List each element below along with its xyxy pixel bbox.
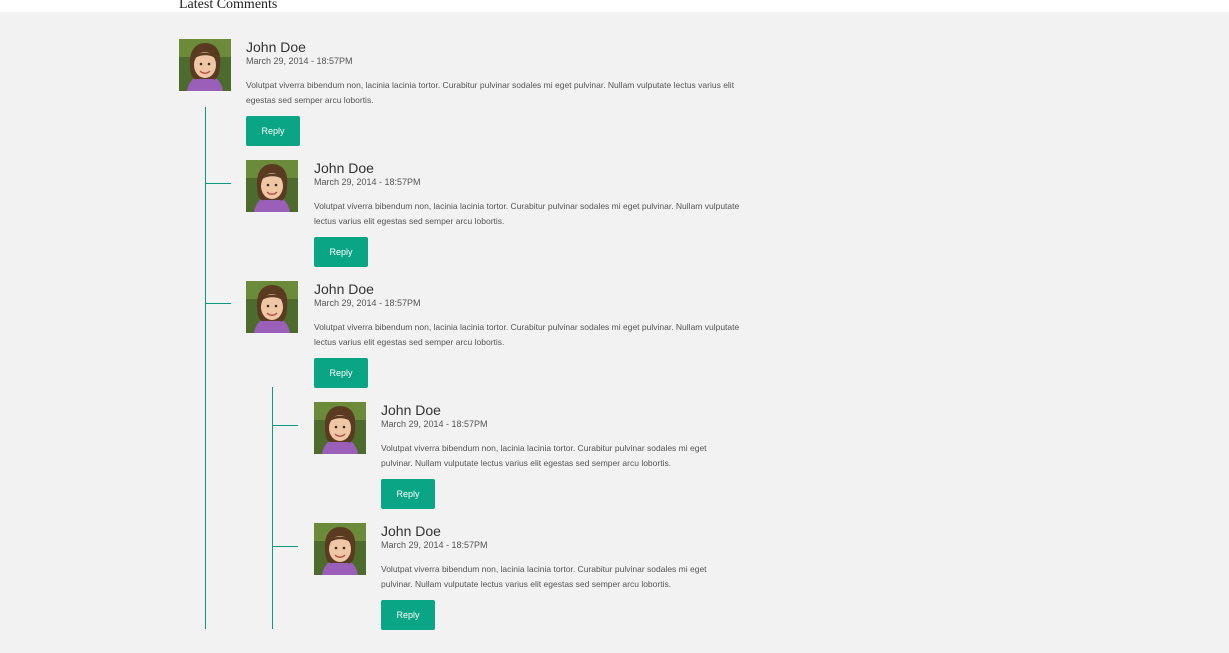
- avatar: [314, 523, 366, 575]
- reply-button[interactable]: Reply: [381, 600, 435, 630]
- comment-text: Volutpat viverra bibendum non, lacinia l…: [314, 322, 740, 347]
- avatar: [179, 39, 231, 91]
- comment-content: John Doe March 29, 2014 - 18:57PM Volutp…: [314, 281, 740, 388]
- reply-button[interactable]: Reply: [314, 237, 368, 267]
- comment-1: John Doe March 29, 2014 - 18:57PM Volutp…: [179, 39, 749, 149]
- comment-author: John Doe: [381, 402, 441, 418]
- thread-branch-comment-3: [205, 303, 231, 304]
- comment-date: March 29, 2014 - 18:57PM: [314, 298, 421, 308]
- avatar-photo-icon: [179, 39, 231, 91]
- comment-author: John Doe: [314, 281, 374, 297]
- thread-branch-comment-4: [272, 425, 298, 426]
- reply-button[interactable]: Reply: [381, 479, 435, 509]
- reply-button[interactable]: Reply: [246, 116, 300, 146]
- avatar-photo-icon: [314, 523, 366, 575]
- comment-content: John Doe March 29, 2014 - 18:57PM Volutp…: [381, 523, 740, 630]
- avatar: [314, 402, 366, 454]
- comment-thread: John Doe March 29, 2014 - 18:57PM Volutp…: [0, 0, 1229, 653]
- comment-author: John Doe: [314, 160, 374, 176]
- thread-line-level-1: [205, 107, 206, 629]
- comment-content: John Doe March 29, 2014 - 18:57PM Volutp…: [246, 39, 739, 146]
- comment-content: John Doe March 29, 2014 - 18:57PM Volutp…: [314, 160, 740, 267]
- avatar-photo-icon: [246, 281, 298, 333]
- comment-2: John Doe March 29, 2014 - 18:57PM Volutp…: [246, 160, 749, 270]
- comment-author: John Doe: [246, 39, 306, 55]
- comment-date: March 29, 2014 - 18:57PM: [314, 177, 421, 187]
- comment-text: Volutpat viverra bibendum non, lacinia l…: [381, 564, 707, 589]
- comment-date: March 29, 2014 - 18:57PM: [381, 419, 488, 429]
- avatar-photo-icon: [314, 402, 366, 454]
- thread-branch-comment-2: [205, 183, 231, 184]
- avatar: [246, 160, 298, 212]
- reply-button[interactable]: Reply: [314, 358, 368, 388]
- comment-content: John Doe March 29, 2014 - 18:57PM Volutp…: [381, 402, 740, 509]
- comment-author: John Doe: [381, 523, 441, 539]
- thread-line-level-2: [272, 387, 273, 629]
- comment-date: March 29, 2014 - 18:57PM: [381, 540, 488, 550]
- comment-text: Volutpat viverra bibendum non, lacinia l…: [381, 443, 707, 468]
- comment-text: Volutpat viverra bibendum non, lacinia l…: [246, 80, 735, 105]
- comment-text: Volutpat viverra bibendum non, lacinia l…: [314, 201, 740, 226]
- comment-3: John Doe March 29, 2014 - 18:57PM Volutp…: [246, 281, 749, 391]
- avatar: [246, 281, 298, 333]
- comment-5: John Doe March 29, 2014 - 18:57PM Volutp…: [314, 523, 749, 633]
- avatar-photo-icon: [246, 160, 298, 212]
- thread-branch-comment-5: [272, 546, 298, 547]
- comment-date: March 29, 2014 - 18:57PM: [246, 56, 353, 66]
- comment-4: John Doe March 29, 2014 - 18:57PM Volutp…: [314, 402, 749, 512]
